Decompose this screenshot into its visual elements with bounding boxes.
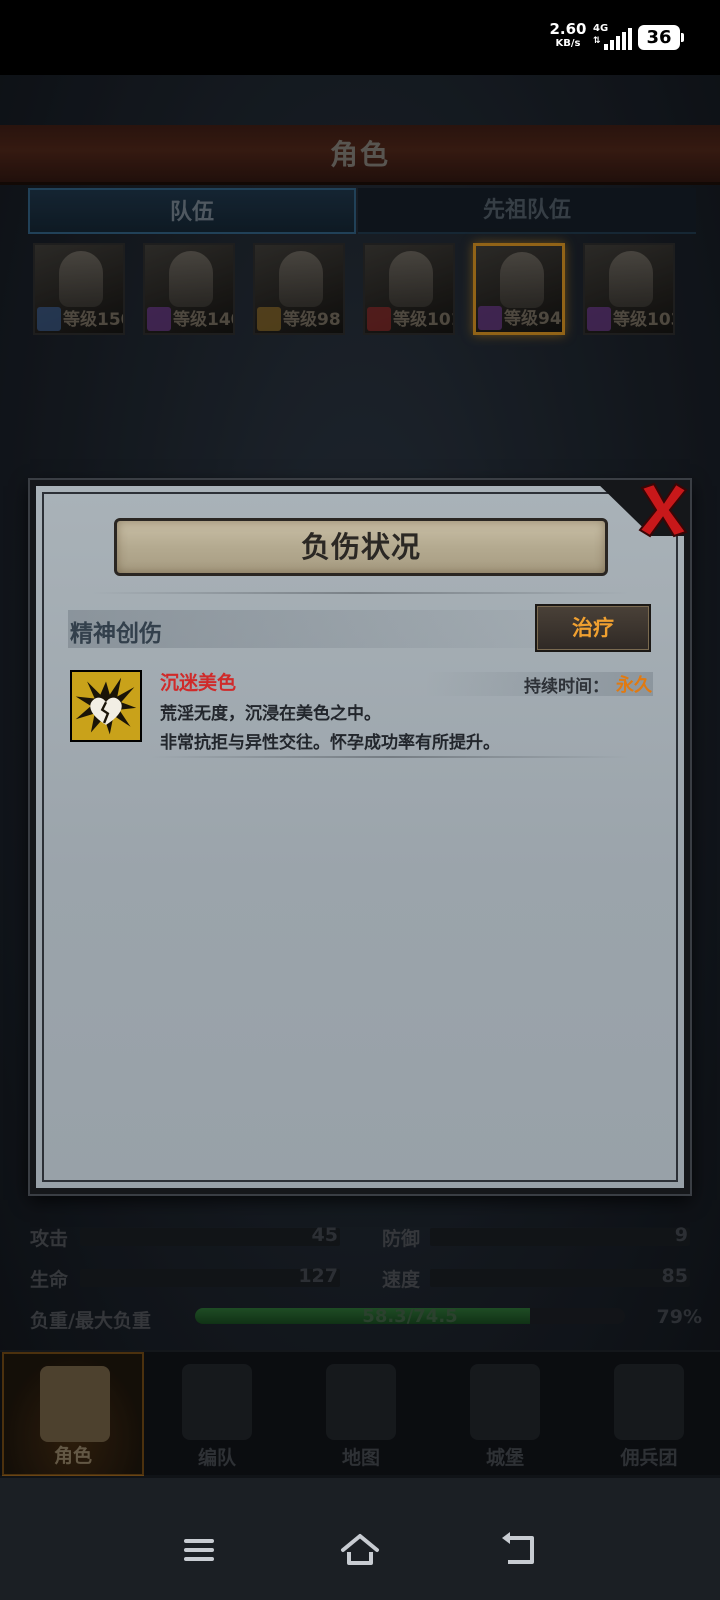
portrait-icon — [59, 251, 103, 307]
network-speed: 2.60 KB/s — [548, 22, 588, 49]
speed-value: 2.60 — [549, 20, 587, 38]
nav-item[interactable]: 编队 — [146, 1352, 288, 1476]
home-icon — [341, 1534, 379, 1565]
hero-portrait[interactable]: 等级98 — [253, 243, 345, 335]
ship-icon — [614, 1364, 684, 1440]
nav-label: 编队 — [197, 1447, 236, 1469]
trait-description-line: 非常抗拒与异性交往。怀孕成功率有所提升。 — [160, 733, 500, 753]
hp-label: 生命 — [30, 1269, 69, 1291]
header-divider — [90, 592, 630, 594]
class-icon — [147, 307, 171, 331]
load-label: 负重/最大负重 — [30, 1310, 151, 1332]
dialog-title: 负伤状况 — [300, 530, 421, 564]
load-percent: 79% — [656, 1306, 702, 1328]
heal-button[interactable]: 治疗 — [535, 604, 651, 652]
class-icon — [587, 307, 611, 331]
status-bar: 2.60 KB/s 4G ⇅ 36 — [0, 0, 720, 75]
nav-label: 佣兵团 — [620, 1447, 678, 1469]
duration-value: 永久 — [616, 675, 652, 696]
back-icon — [502, 1532, 534, 1564]
nav-item[interactable]: 城堡 — [434, 1352, 576, 1476]
page-title: 角色 — [329, 138, 390, 171]
portrait-icon — [389, 251, 433, 307]
class-icon — [37, 307, 61, 331]
hero-level: 等级150 — [63, 310, 123, 330]
compass-icon — [326, 1364, 396, 1440]
hero-level: 等级140 — [173, 310, 233, 330]
speed-label: 速度 — [382, 1269, 421, 1291]
speed-value: 85 — [661, 1265, 688, 1287]
portrait-icon — [169, 251, 213, 307]
hero-portrait[interactable]: 等级150 — [33, 243, 125, 335]
hero-level: 等级103 — [613, 310, 673, 330]
helmet-icon — [182, 1364, 252, 1440]
hero-portrait[interactable]: 等级140 — [143, 243, 235, 335]
trait-description-line: 荒淫无度，沉浸在美色之中。 — [160, 704, 381, 724]
battery-level: 36 — [646, 27, 672, 48]
nav-label: 角色 — [53, 1445, 92, 1467]
hero-level: 等级94 — [504, 309, 562, 329]
menu-icon — [184, 1539, 214, 1561]
hero-portrait[interactable]: 等级101 — [363, 243, 455, 335]
class-icon — [478, 306, 502, 330]
hero-portrait[interactable]: 等级94 — [473, 243, 565, 335]
nav-item[interactable]: 佣兵团 — [578, 1352, 720, 1476]
injury-dialog — [30, 480, 690, 1194]
trait-name: 沉迷美色 — [160, 672, 237, 694]
tab-ancestor-team[interactable]: 先祖队伍 — [358, 188, 696, 234]
broken-heart-icon — [70, 670, 142, 742]
speed-unit: KB/s — [555, 38, 581, 49]
hero-level: 等级101 — [393, 310, 453, 330]
knight-icon — [40, 1366, 110, 1442]
defense-value: 9 — [674, 1224, 688, 1246]
tab-team[interactable]: 队伍 — [28, 188, 356, 234]
signal-icon — [604, 28, 632, 50]
trait-divider — [150, 756, 630, 758]
home-button[interactable] — [337, 1530, 383, 1570]
close-button[interactable] — [636, 480, 690, 540]
battery-icon: 36 — [638, 25, 684, 50]
section-title: 精神创伤 — [70, 621, 162, 647]
portrait-icon — [609, 251, 653, 307]
nav-item[interactable]: 地图 — [290, 1352, 432, 1476]
class-icon — [257, 307, 281, 331]
defense-label: 防御 — [382, 1228, 421, 1250]
back-button[interactable] — [498, 1530, 544, 1570]
portrait-icon — [500, 252, 544, 308]
menu-button[interactable] — [176, 1530, 222, 1570]
hero-portrait[interactable]: 等级103 — [583, 243, 675, 335]
hero-level: 等级98 — [283, 310, 341, 330]
nav-label: 城堡 — [485, 1447, 524, 1469]
attack-value: 45 — [311, 1224, 338, 1246]
load-value: 58.3/74.5 — [362, 1306, 458, 1327]
portrait-icon — [279, 251, 323, 307]
attack-label: 攻击 — [30, 1228, 69, 1250]
hp-value: 127 — [298, 1265, 338, 1287]
close-icon — [638, 482, 688, 538]
castle-icon — [470, 1364, 540, 1440]
nav-label: 地图 — [341, 1447, 380, 1469]
duration-label: 持续时间： — [524, 677, 609, 697]
class-icon — [367, 307, 391, 331]
nav-item[interactable]: 角色 — [2, 1352, 144, 1476]
heal-button-label: 治疗 — [572, 616, 614, 640]
